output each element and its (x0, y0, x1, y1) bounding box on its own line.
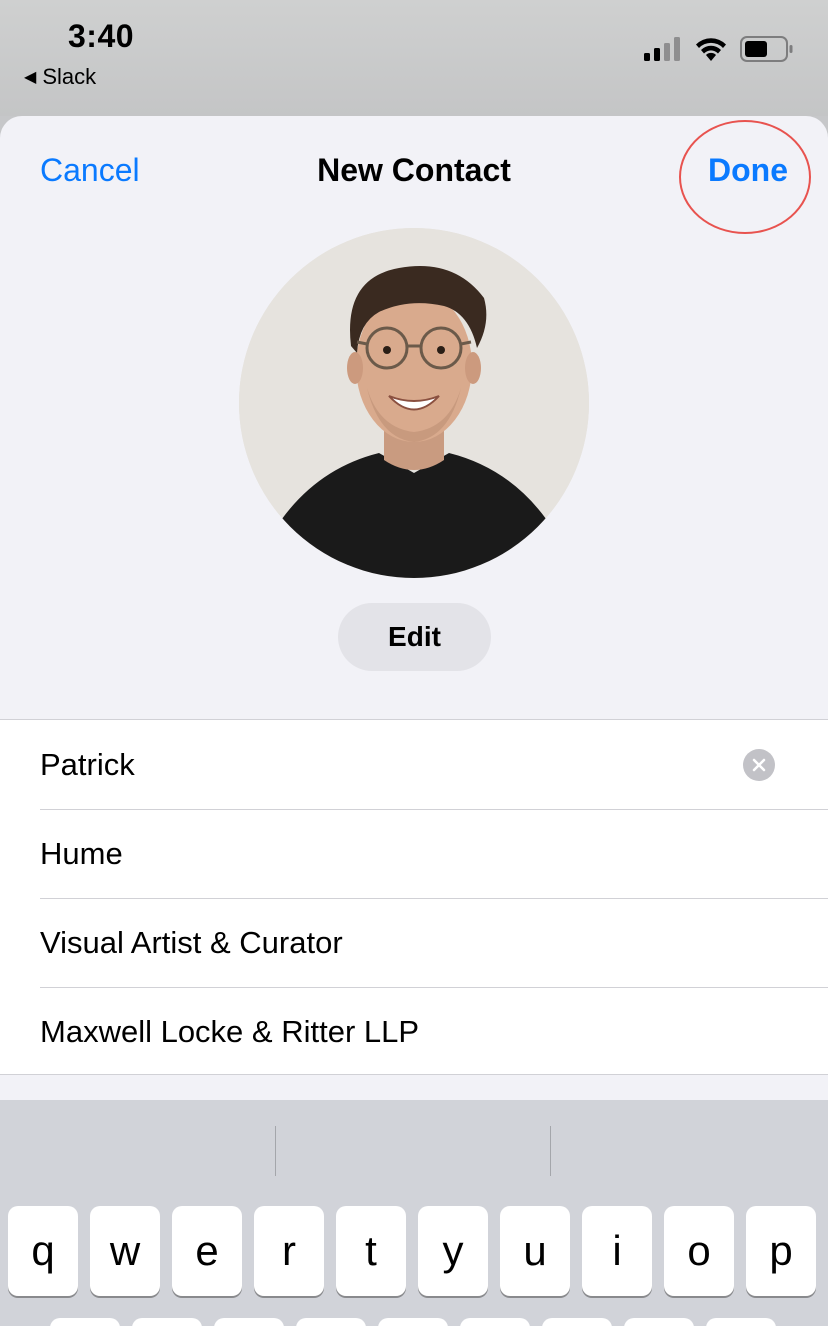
first-name-input[interactable] (40, 746, 720, 783)
nav-bar: Cancel New Contact Done (0, 116, 828, 234)
keyboard-key[interactable] (214, 1318, 284, 1326)
contact-photo[interactable] (239, 228, 589, 578)
clear-text-button[interactable] (743, 749, 775, 781)
new-contact-sheet: Cancel New Contact Done Edit Patrick Hum… (0, 116, 828, 1326)
keyboard-key[interactable] (296, 1318, 366, 1326)
keyboard-key[interactable] (706, 1318, 776, 1326)
keyboard-key[interactable] (50, 1318, 120, 1326)
company-field[interactable] (40, 987, 828, 1076)
keyboard-row-2 (50, 1318, 776, 1326)
back-to-app-link[interactable]: ◀ Slack (24, 64, 96, 90)
company-input[interactable] (40, 1014, 720, 1050)
key-i[interactable]: i (582, 1206, 652, 1296)
keyboard-key[interactable] (542, 1318, 612, 1326)
key-r[interactable]: r (254, 1206, 324, 1296)
cellular-signal-icon (644, 37, 680, 61)
suggestion-divider (550, 1126, 551, 1176)
keyboard-key[interactable] (624, 1318, 694, 1326)
job-title-input[interactable] (40, 925, 720, 961)
contact-fields (0, 719, 828, 1075)
wifi-icon (696, 38, 726, 61)
first-name-field[interactable] (40, 720, 828, 809)
edit-photo-button[interactable]: Edit (338, 603, 491, 671)
job-title-field[interactable] (40, 898, 828, 987)
key-o[interactable]: o (664, 1206, 734, 1296)
last-name-field[interactable] (40, 809, 828, 898)
back-app-label: Slack (42, 64, 97, 89)
key-u[interactable]: u (500, 1206, 570, 1296)
key-p[interactable]: p (746, 1206, 816, 1296)
key-y[interactable]: y (418, 1206, 488, 1296)
battery-icon (740, 36, 793, 62)
keyboard-key[interactable] (378, 1318, 448, 1326)
keyboard-key[interactable] (132, 1318, 202, 1326)
keyboard-row-1: qwertyuiop (8, 1206, 816, 1296)
status-bar: 3:40 ◀ Slack (0, 0, 828, 116)
key-t[interactable]: t (336, 1206, 406, 1296)
done-highlight-ring (679, 120, 811, 234)
status-time: 3:40 (68, 18, 135, 54)
last-name-input[interactable] (40, 836, 720, 872)
key-q[interactable]: q (8, 1206, 78, 1296)
status-icons (644, 36, 794, 62)
key-w[interactable]: w (90, 1206, 160, 1296)
person-portrait-icon (239, 228, 589, 578)
back-triangle-icon: ◀ (24, 69, 37, 86)
keyboard-key[interactable] (460, 1318, 530, 1326)
suggestion-divider (275, 1126, 276, 1176)
key-e[interactable]: e (172, 1206, 242, 1296)
clear-x-icon (752, 758, 766, 772)
keyboard: qwertyuiop (0, 1100, 828, 1326)
